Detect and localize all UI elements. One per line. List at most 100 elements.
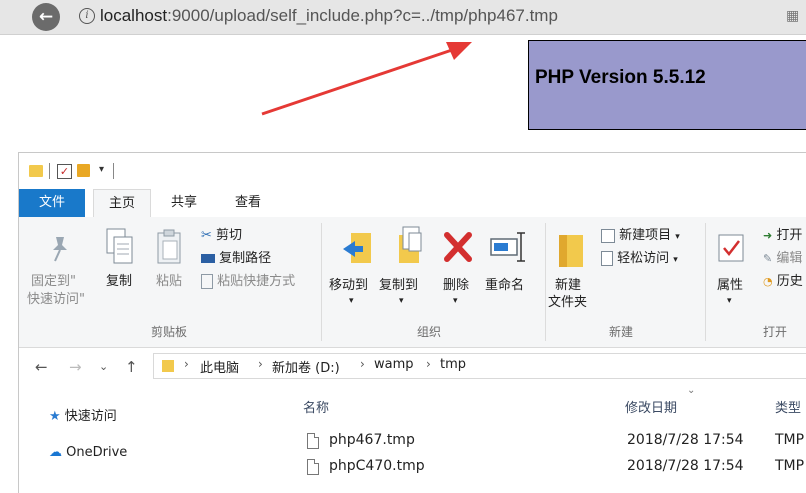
new-folder-icon[interactable]	[77, 164, 90, 177]
star-icon: ★	[49, 409, 61, 424]
cloud-icon: ☁	[49, 445, 62, 460]
folder-icon	[162, 360, 174, 372]
easy-access-dropdown-icon: ▾	[673, 255, 678, 265]
qr-code-icon[interactable]: ▦	[786, 8, 802, 24]
new-item-dropdown-icon: ▾	[675, 232, 680, 242]
new-item-label: 新建项目	[619, 228, 672, 243]
tab-home[interactable]: 主页	[93, 189, 151, 218]
history-button[interactable]: ◔ 历史	[763, 273, 803, 291]
breadcrumb-wamp[interactable]: wamp	[374, 357, 414, 372]
nav-onedrive[interactable]: ☁ OneDrive	[49, 445, 127, 460]
column-header-modified[interactable]: 修改日期	[625, 397, 677, 416]
copy-label[interactable]: 复制	[106, 273, 132, 290]
phpinfo-header: PHP Version 5.5.12	[528, 40, 806, 130]
paste-icon[interactable]	[155, 227, 185, 267]
url-path: :9000/upload/self_include.php?c=../tmp/p…	[167, 6, 558, 25]
breadcrumb-separator-icon[interactable]: ›	[184, 357, 189, 371]
file-type: TMP	[775, 458, 805, 474]
url-host: localhost	[100, 6, 168, 25]
back-arrow-icon[interactable]: ←	[32, 3, 60, 31]
copy-to-dropdown-icon[interactable]: ▾	[399, 293, 404, 310]
toolbar-divider	[113, 163, 114, 179]
breadcrumb-separator-icon[interactable]: ›	[426, 357, 431, 371]
delete-dropdown-icon[interactable]: ▾	[453, 293, 458, 310]
move-to-dropdown-icon[interactable]: ▾	[349, 293, 354, 310]
pin-quick-access-label-1[interactable]: 固定到"	[31, 273, 76, 290]
new-item-button[interactable]: 新建项目 ▾	[601, 227, 680, 246]
move-to-icon[interactable]	[341, 229, 377, 269]
url-field[interactable]: localhost:9000/upload/self_include.php?c…	[100, 6, 558, 26]
properties-label[interactable]: 属性	[717, 277, 743, 294]
nav-onedrive-label: OneDrive	[66, 445, 128, 460]
copy-to-label[interactable]: 复制到	[379, 277, 418, 294]
group-divider	[545, 223, 546, 341]
file-name: php467.tmp	[329, 432, 415, 448]
sort-chevron-icon: ⌄	[687, 385, 696, 396]
new-folder-label-1[interactable]: 新建	[555, 277, 581, 294]
copy-path-button[interactable]: 复制路径	[201, 250, 271, 268]
column-header-type[interactable]: 类型	[775, 397, 801, 416]
paste-shortcut-icon	[201, 274, 213, 289]
breadcrumb-this-pc[interactable]: 此电脑	[200, 357, 239, 376]
tab-share[interactable]: 共享	[159, 189, 209, 217]
cut-label: 剪切	[216, 228, 243, 243]
file-icon	[307, 433, 319, 449]
copy-path-icon	[201, 254, 215, 263]
properties-icon[interactable]	[717, 231, 747, 265]
group-divider	[321, 223, 322, 341]
pin-icon[interactable]	[47, 233, 73, 263]
breadcrumb-drive-d[interactable]: 新加卷 (D:)	[272, 357, 340, 376]
forward-arrow-icon[interactable]: →	[69, 358, 82, 376]
edit-button[interactable]: ✎ 编辑	[763, 250, 802, 268]
tab-view[interactable]: 查看	[223, 189, 273, 217]
cut-button[interactable]: ✂ 剪切	[201, 227, 242, 245]
up-arrow-icon[interactable]: ↑	[125, 358, 138, 376]
new-folder-label-2[interactable]: 文件夹	[548, 294, 587, 311]
quick-access-toolbar: ✓ ▾	[19, 153, 806, 189]
breadcrumb-separator-icon[interactable]: ›	[258, 357, 263, 371]
paste-label[interactable]: 粘贴	[156, 273, 182, 290]
open-button[interactable]: ➜ 打开	[763, 227, 802, 245]
open-group-label: 打开	[762, 325, 787, 339]
address-breadcrumb[interactable]: › 此电脑 › 新加卷 (D:) › wamp › tmp	[153, 353, 806, 379]
file-modified: 2018/7/28 17:54	[627, 458, 744, 474]
ribbon-home: 固定到" 快速访问" 复制 粘贴 ✂ 剪切 复制路径 粘贴快捷方式 剪贴板 移动…	[19, 217, 806, 348]
group-divider	[705, 223, 706, 341]
rename-icon[interactable]	[489, 231, 529, 265]
copy-icon[interactable]	[105, 227, 135, 267]
delete-label[interactable]: 删除	[443, 277, 469, 294]
delete-icon[interactable]	[443, 231, 473, 263]
new-item-icon	[601, 228, 615, 243]
copy-to-icon[interactable]	[391, 225, 427, 269]
breadcrumb-tmp[interactable]: tmp	[440, 357, 466, 372]
back-arrow-icon[interactable]: ←	[35, 358, 48, 376]
easy-access-button[interactable]: 轻松访问 ▾	[601, 250, 678, 269]
properties-dropdown-icon[interactable]: ▾	[727, 293, 732, 310]
column-header-name[interactable]: 名称	[303, 397, 329, 416]
clipboard-group-label: 剪贴板	[150, 325, 187, 339]
file-row[interactable]: phpC470.tmp 2018/7/28 17:54 TMP	[303, 457, 806, 481]
file-row[interactable]: php467.tmp 2018/7/28 17:54 TMP	[303, 431, 806, 455]
nav-quick-access-label: 快速访问	[64, 409, 117, 424]
file-name: phpC470.tmp	[329, 458, 425, 474]
open-label: 打开	[776, 228, 803, 243]
scissors-icon: ✂	[201, 228, 212, 243]
organize-group-label: 组织	[416, 325, 441, 339]
arrow-head	[446, 42, 472, 60]
properties-check-icon[interactable]: ✓	[57, 164, 72, 179]
history-label: 历史	[776, 274, 803, 289]
new-folder-icon[interactable]	[555, 229, 589, 269]
customize-dropdown-icon[interactable]: ▾	[99, 164, 104, 180]
site-info-icon[interactable]: i	[79, 8, 95, 24]
recent-locations-chevron-icon[interactable]: ⌄	[99, 360, 108, 373]
breadcrumb-separator-icon[interactable]: ›	[360, 357, 365, 371]
nav-quick-access[interactable]: ★ 快速访问	[49, 405, 117, 424]
move-to-label[interactable]: 移动到	[329, 277, 368, 294]
php-version-title: PHP Version 5.5.12	[535, 67, 706, 88]
pin-quick-access-label-2[interactable]: 快速访问"	[27, 291, 85, 308]
paste-shortcut-button[interactable]: 粘贴快捷方式	[201, 273, 295, 291]
arrow-shaft	[261, 48, 453, 116]
folder-icon	[29, 165, 43, 177]
tab-file[interactable]: 文件	[19, 189, 85, 217]
rename-label[interactable]: 重命名	[485, 277, 524, 294]
